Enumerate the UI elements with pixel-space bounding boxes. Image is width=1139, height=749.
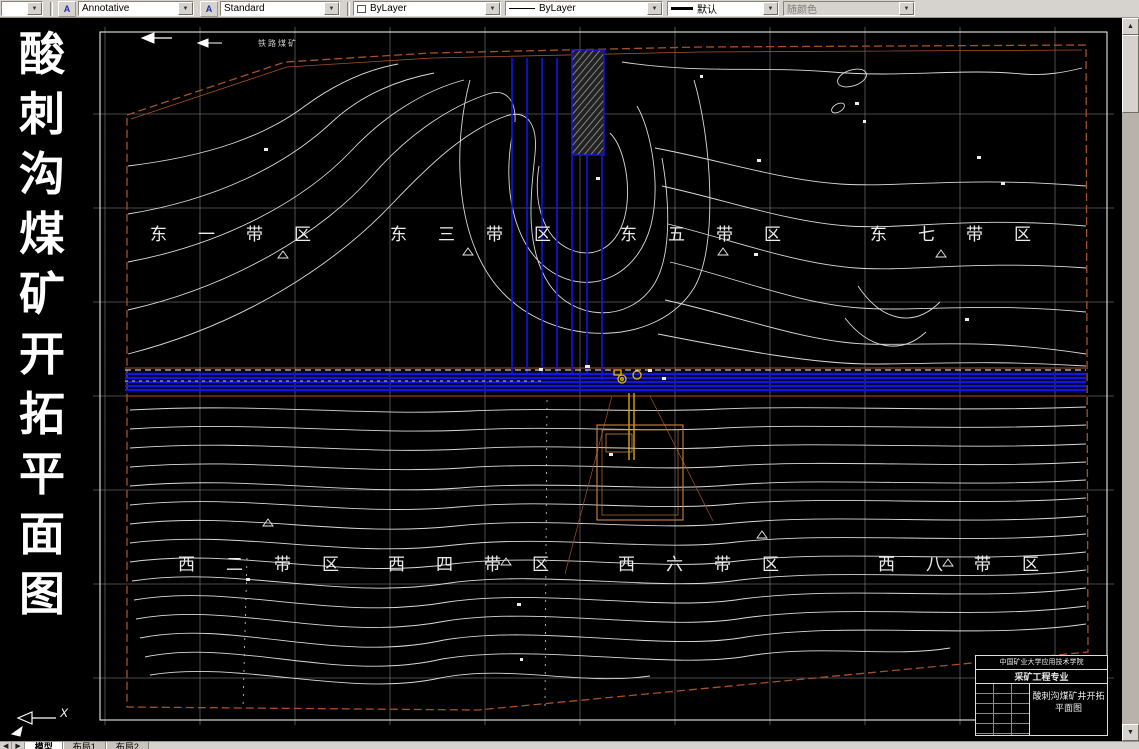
scroll-up-button[interactable]: ▲: [1122, 18, 1139, 35]
lineweight-combo[interactable]: 默认 ▼: [667, 1, 779, 16]
styles-properties-toolbar: ▼ A Annotative ▼ A Standard ▼ ByLayer ▼ …: [0, 0, 1139, 18]
linetype-value: ByLayer: [539, 3, 576, 14]
plot-style-combo[interactable]: 随颜色 ▼: [783, 1, 915, 16]
dropdown-icon: ▼: [899, 2, 914, 15]
title-block-drawing-name: 酸刺沟煤矿井开拓平面图: [1032, 691, 1105, 713]
district-label-west-8: 西八带区: [878, 555, 1070, 574]
drawing-viewport: [10, 27, 1114, 737]
object-color-value: ByLayer: [370, 3, 407, 14]
lineweight-value: 默认: [697, 5, 717, 16]
drawing-vertical-title: 酸刺沟煤矿开拓平面图: [19, 28, 65, 620]
scroll-down-button[interactable]: ▼: [1122, 724, 1139, 741]
dim-style-value: Standard: [224, 3, 265, 14]
district-label-east-3: 东三带区: [390, 225, 582, 244]
district-label-west-6: 西六带区: [618, 555, 810, 574]
toolbar-separator: [50, 1, 53, 16]
tab-layout2[interactable]: 布局2: [105, 742, 149, 749]
text-style-value: Annotative: [82, 3, 130, 14]
toolbar-separator: [347, 1, 350, 16]
dim-style-combo[interactable]: Standard ▼: [220, 1, 340, 16]
linetype-combo[interactable]: ByLayer ▼: [505, 1, 663, 16]
dropdown-icon[interactable]: ▼: [324, 2, 339, 15]
layer-combo-partial[interactable]: ▼: [1, 1, 43, 16]
dropdown-icon[interactable]: ▼: [647, 2, 662, 15]
ucs-icon: [10, 711, 56, 737]
scrollbar-thumb[interactable]: [1122, 35, 1139, 113]
title-block: 中国矿业大学应用技术学院 采矿工程专业 酸刺沟煤矿井开拓平面图: [975, 655, 1108, 736]
dropdown-icon[interactable]: ▼: [27, 2, 42, 15]
district-label-west-4: 西四带区: [388, 555, 580, 574]
dropdown-icon[interactable]: ▼: [485, 2, 500, 15]
adjacent-mine-label: 铁路煤矿: [258, 39, 298, 48]
dim-style-icon[interactable]: A: [200, 0, 218, 17]
linetype-sample-icon: [509, 8, 535, 9]
main-roadway-band: [125, 369, 1086, 393]
tab-nav-next-icon[interactable]: ▶: [12, 742, 25, 749]
model-space-canvas[interactable]: 酸刺沟煤矿开拓平面图 铁路煤矿 东一带区 东三带区 东五带区 东七带区 西二带区…: [0, 18, 1122, 741]
district-label-east-1: 东一带区: [150, 225, 342, 244]
color-swatch-icon: [357, 4, 366, 13]
title-block-department: 采矿工程专业: [976, 670, 1107, 684]
vertical-scrollbar[interactable]: ▲ ▼: [1122, 18, 1139, 741]
title-block-institution: 中国矿业大学应用技术学院: [976, 656, 1107, 670]
title-block-signature-grid: [976, 684, 1030, 735]
tab-layout1[interactable]: 布局1: [62, 742, 106, 749]
scrollbar-track[interactable]: [1122, 113, 1139, 724]
text-style-combo[interactable]: Annotative ▼: [78, 1, 194, 16]
district-label-east-7: 东七带区: [870, 225, 1062, 244]
north-arrow-icon: [140, 32, 222, 48]
object-color-combo[interactable]: ByLayer ▼: [353, 1, 501, 16]
benchmark-triangles: [262, 247, 954, 567]
text-style-icon[interactable]: A: [58, 0, 76, 17]
district-label-east-5: 东五带区: [620, 225, 812, 244]
belt-district-workings: [511, 49, 605, 380]
tab-model[interactable]: 模型: [24, 742, 63, 749]
dropdown-icon[interactable]: ▼: [763, 2, 778, 15]
tab-nav-prev-icon[interactable]: ◀: [0, 742, 13, 749]
dropdown-icon[interactable]: ▼: [178, 2, 193, 15]
layout-tab-bar: ◀ ▶ 模型 布局1 布局2: [0, 741, 1139, 749]
ucs-x-label: X: [60, 706, 69, 720]
district-label-west-2: 西二带区: [178, 555, 370, 574]
goaf-hatch-area: [571, 49, 605, 156]
plot-style-value: 随颜色: [787, 5, 817, 16]
lineweight-sample-icon: [671, 7, 693, 10]
